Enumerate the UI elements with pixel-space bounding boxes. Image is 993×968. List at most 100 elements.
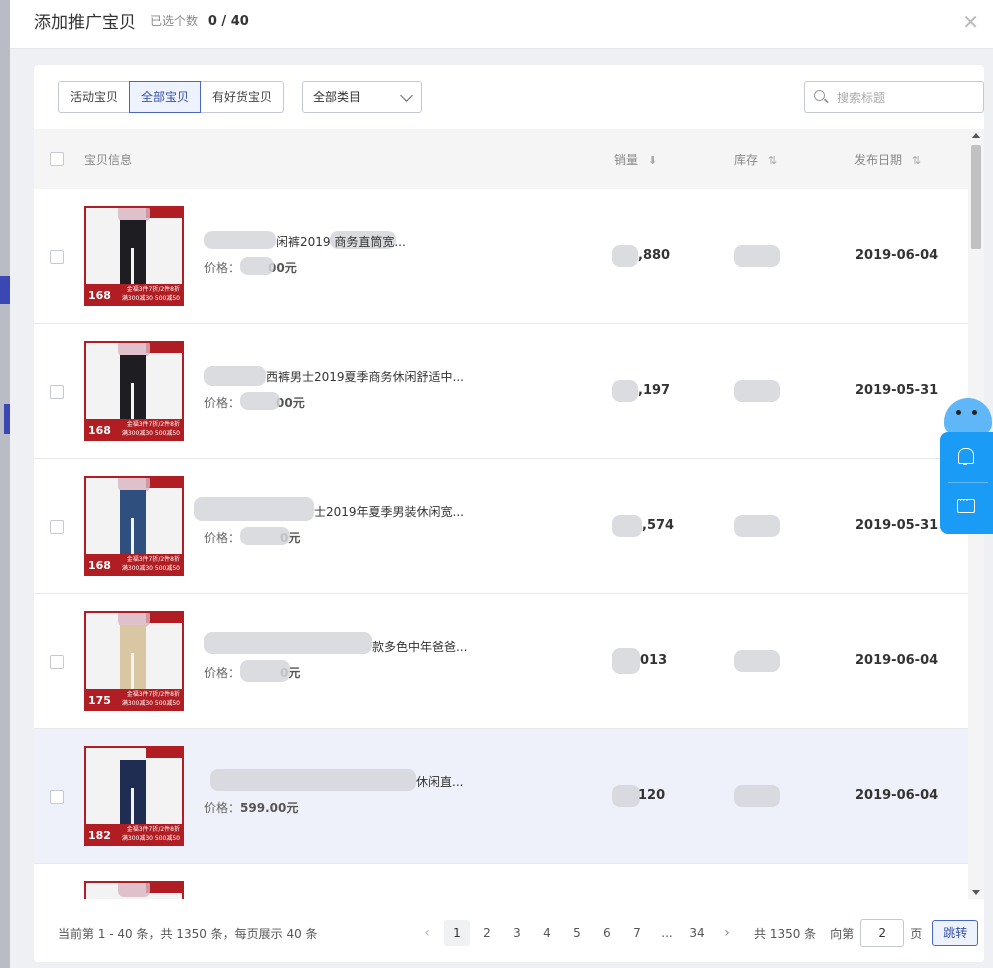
blurred-text [204,632,372,654]
thumb-promo: 满300减30 500减50 [121,295,180,302]
pants-image [120,490,146,560]
thumb-promo: 满300减30 500减50 [121,835,180,842]
product-title[interactable]: 闲裤2019 商务直筒宽... [276,233,406,250]
price-label: 价格： [204,396,241,410]
blurred-text [612,380,638,402]
table-row[interactable] [34,864,968,899]
select-all-checkbox[interactable] [50,152,64,166]
widget-divider [948,482,988,483]
search-input[interactable] [835,87,979,109]
thumb-price-tag: 175 [88,694,111,707]
pants-image [120,220,146,290]
sales-value: ,574 [642,518,675,533]
thumb-banner [146,883,182,893]
pants-image [120,760,146,830]
price-value: 599.00元 [240,801,299,815]
sales-value: ,197 [638,383,671,398]
column-header-stock[interactable]: 库存 ⇅ [734,151,777,168]
publish-date: 2019-05-31 [855,518,939,533]
row-checkbox[interactable] [50,790,64,804]
thumb-promo: 金福3件7折/2件8折 [126,826,180,833]
product-thumbnail: 175 金福3件7折/2件8折 满300减30 500减50 [84,611,184,711]
scroll-thumb[interactable] [971,145,981,249]
selected-count: 已选个数 0 / 40 [150,12,249,29]
category-select[interactable]: 全部类目 [302,81,422,113]
page-7[interactable]: 7 [624,920,650,946]
page-2[interactable]: 2 [474,920,500,946]
page-34[interactable]: 34 [684,920,710,946]
selected-count-value: 0 / 40 [207,14,249,29]
thumb-price-tag: 168 [88,559,111,572]
column-header-stock-label: 库存 [734,153,759,167]
column-header-sales-label: 销量 [614,153,639,167]
chat-icon[interactable] [957,496,975,513]
row-checkbox[interactable] [50,385,64,399]
column-header-date[interactable]: 发布日期 ⇅ [854,151,921,168]
thumb-promo: 金福3件7折/2件8折 [126,556,180,563]
search-icon [814,90,825,101]
row-checkbox[interactable] [50,655,64,669]
page-6[interactable]: 6 [594,920,620,946]
product-thumbnail: 168 金福3件7折/2件8折 满300减30 500减50 [84,476,184,576]
row-checkbox[interactable] [50,520,64,534]
thumb-banner [146,478,182,488]
floating-help-widget [940,432,993,534]
thumb-banner [146,748,182,758]
item-table: 宝贝信息 销量 ⬇ 库存 ⇅ 发布日期 ⇅ 168 金福3件7折/2件8折 满3… [34,129,968,899]
product-title[interactable]: 款多色中年爸爸... [372,638,467,655]
item-type-tabs: 活动宝贝 全部宝贝 有好货宝贝 [58,81,285,113]
total-count: 共 1350 条 [754,926,817,941]
row-checkbox[interactable] [50,250,64,264]
product-thumbnail [84,881,184,899]
table-row[interactable]: 168 金福3件7折/2件8折 满300减30 500减50 西裤男士2019夏… [34,324,968,459]
scroll-up-icon[interactable] [972,133,980,138]
page-3[interactable]: 3 [504,920,530,946]
close-icon[interactable]: ✕ [962,10,979,34]
price-label: 价格： [204,666,241,680]
publish-date: 2019-05-31 [855,383,939,398]
sales-value: 120 [638,788,666,803]
table-row[interactable]: 168 金福3件7折/2件8折 满300减30 500减50 闲裤2019 商务… [34,189,968,324]
background-mark [0,276,10,304]
prev-page-icon[interactable]: ‹ [414,920,440,946]
page-ellipsis[interactable]: ... [654,920,680,946]
column-header-sales[interactable]: 销量 ⬇ [614,151,657,168]
thumb-promo: 金福3件7折/2件8折 [126,691,180,698]
filter-bar: 活动宝贝 全部宝贝 有好货宝贝 全部类目 [58,81,984,113]
blurred-text [210,769,416,791]
product-title[interactable]: 休闲直... [416,773,463,790]
next-page-icon[interactable]: › [714,920,740,946]
pants-image [120,625,146,695]
jump-button[interactable]: 跳转 [932,920,979,946]
blurred-text [240,660,290,682]
page-5[interactable]: 5 [564,920,590,946]
product-title[interactable]: 士2019年夏季男装休闲宽... [314,503,464,520]
page-4[interactable]: 4 [534,920,560,946]
modal-header: 添加推广宝贝 已选个数 0 / 40 ✕ [10,0,993,49]
blurred-face [118,883,150,897]
thumb-promo: 满300减30 500减50 [121,430,180,437]
price-label: 价格： [204,801,241,815]
tab-activity-items[interactable]: 活动宝贝 [58,81,131,113]
publish-date: 2019-06-04 [855,248,939,263]
scroll-down-icon[interactable] [972,890,980,895]
blurred-stock [734,785,780,807]
table-row[interactable]: 175 金福3件7折/2件8折 满300减30 500减50 款多色中年爸爸..… [34,594,968,729]
jump-prefix: 向第 [830,926,855,941]
blurred-text [204,231,276,249]
table-row[interactable]: 182 金福3件7折/2件8折 满300减30 500减50 休闲直... 价格… [34,729,968,864]
tab-good-items[interactable]: 有好货宝贝 [200,81,285,113]
thumb-promo: 金福3件7折/2件8折 [126,421,180,428]
jump-page-input[interactable] [860,919,905,947]
table-row[interactable]: 168 金福3件7折/2件8折 满300减30 500减50 士2019年夏季男… [34,459,968,594]
product-title[interactable]: 西裤男士2019夏季商务休闲舒适中... [266,368,464,385]
tab-all-items[interactable]: 全部宝贝 [129,81,202,113]
item-list-card: 活动宝贝 全部宝贝 有好货宝贝 全部类目 宝贝信息 销量 ⬇ 库存 [34,65,984,962]
selected-count-label: 已选个数 [150,14,199,28]
pants-image [120,355,146,425]
thumb-promo: 满300减30 500减50 [121,700,180,707]
bell-icon[interactable] [958,448,974,465]
price-value: 00元 [276,396,305,410]
page-1[interactable]: 1 [444,920,470,946]
pagination-summary: 当前第 1 - 40 条，共 1350 条，每页展示 40 条 [58,927,318,941]
